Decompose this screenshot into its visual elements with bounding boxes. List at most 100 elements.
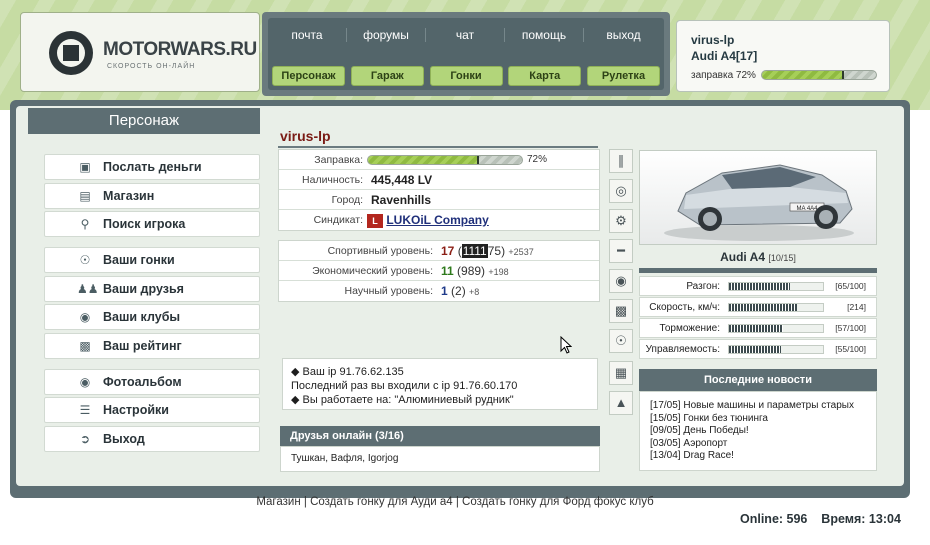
nav-link-mail[interactable]: почта	[268, 28, 347, 42]
nav-button-roulette[interactable]: Рулетка	[587, 66, 660, 86]
car-stats-divider	[639, 268, 877, 273]
tire-icon[interactable]: ◎	[609, 179, 633, 203]
sidebar-item-settings[interactable]: ☰ Настройки	[44, 397, 260, 423]
settings-sliders-icon: ☰	[79, 403, 91, 417]
nav-link-chat[interactable]: чат	[426, 28, 505, 42]
top-navigation: почта форумы чат помощь выход Персонаж Г…	[262, 12, 670, 96]
sidebar-item-label: Ваши гонки	[103, 253, 175, 267]
sport-level-add: +2537	[508, 247, 534, 257]
brake-disc-icon[interactable]: ◉	[609, 269, 633, 293]
footer-status: Online: 596 Время: 13:04	[740, 512, 901, 526]
sidebar-item-search-player[interactable]: ⚲ Поиск игрока	[44, 211, 260, 237]
science-level-add: +8	[469, 287, 480, 297]
sidebar-item-photo-album[interactable]: ◉ Фотоальбом	[44, 369, 260, 395]
sidebar-item-clubs[interactable]: ◉ Ваши клубы	[44, 304, 260, 330]
nav-button-map[interactable]: Карта	[508, 66, 582, 86]
nitro-icon[interactable]: ▲	[609, 391, 633, 415]
syndicate-link[interactable]: LUKOiL Company	[386, 213, 488, 227]
body-kit-icon[interactable]: ▦	[609, 361, 633, 385]
footer-link-race-audi[interactable]: Создать гонку для Ауди а4	[310, 496, 453, 508]
sidebar-item-label: Ваши клубы	[103, 310, 181, 324]
stat-bar	[728, 282, 824, 291]
user-fuel-bar	[761, 70, 877, 80]
gearbox-icon[interactable]: ▩	[609, 299, 633, 323]
sidebar-item-send-money[interactable]: ▣ Послать деньги	[44, 154, 260, 180]
money-icon: ▣	[79, 160, 91, 174]
sidebar-item-label: Ваши друзья	[103, 282, 184, 296]
friends-online-list[interactable]: Тушкан, Вафля, Igorjog	[280, 446, 600, 472]
stat-label: Торможение:	[659, 323, 720, 334]
news-item[interactable]: [17/05] Новые машины и параметры старых	[650, 400, 866, 413]
nav-link-logout[interactable]: выход	[584, 28, 663, 42]
syndicate-row: Синдикат: L LUKOiL Company	[279, 210, 599, 230]
news-title: Последние новости	[639, 369, 877, 391]
clubs-icon: ◉	[79, 310, 91, 324]
nav-link-help[interactable]: помощь	[505, 28, 584, 42]
message-ip: ◆ Ваш ip 91.76.62.135	[291, 366, 404, 378]
sport-level-points: 75)	[487, 244, 506, 258]
science-level-points: 2)	[455, 284, 466, 298]
economic-level-points: 989)	[461, 264, 486, 278]
car-title: Audi A4 [10/15]	[639, 250, 877, 264]
message-work-text: Вы работаете на: "Алюминиевый рудник"	[302, 394, 514, 406]
science-level-label: Научный уровень:	[344, 285, 433, 297]
exit-icon: ➲	[79, 432, 91, 446]
science-level-value: 1 (2) +8	[441, 284, 479, 298]
exhaust-icon[interactable]: ━	[609, 239, 633, 263]
stat-fill	[729, 283, 791, 290]
search-icon: ⚲	[80, 217, 90, 231]
economic-level-label: Экономический уровень:	[312, 265, 433, 277]
nav-button-character[interactable]: Персонаж	[272, 66, 345, 86]
syndicate-value[interactable]: L LUKOiL Company	[367, 213, 489, 228]
player-name: virus-lp	[280, 128, 331, 144]
sidebar-item-rating[interactable]: ▩ Ваш рейтинг	[44, 333, 260, 359]
news-item[interactable]: [09/05] День Победы!	[650, 425, 866, 438]
stat-braking: Торможение: [57/100]	[639, 318, 877, 338]
cash-value: 445,448 LV	[371, 173, 433, 187]
footer-link-shop[interactable]: Магазин	[256, 496, 300, 508]
turbo-icon[interactable]: ☉	[609, 329, 633, 353]
fuel-row: Заправка: 72%	[279, 150, 599, 170]
steering-wheel-icon: ☉	[79, 253, 91, 267]
stat-fill	[729, 346, 781, 353]
engine-icon[interactable]: ⚙	[609, 209, 633, 233]
nav-button-garage[interactable]: Гараж	[350, 66, 424, 86]
news-list: [17/05] Новые машины и параметры старых …	[639, 391, 877, 471]
user-name[interactable]: virus-lp	[691, 33, 734, 47]
news-item[interactable]: [13/04] Drag Race!	[650, 450, 866, 463]
nav-button-races[interactable]: Гонки	[429, 66, 503, 86]
sidebar-item-label: Магазин	[103, 189, 155, 203]
news-item[interactable]: [15/05] Гонки без тюнинга	[650, 413, 866, 426]
sidebar-item-friends[interactable]: ♟♟ Ваши друзья	[44, 276, 260, 302]
fuel-percent: 72%	[527, 154, 548, 165]
fuel-fill	[368, 156, 479, 164]
sidebar-item-shop[interactable]: ▤ Магазин	[44, 183, 260, 209]
stat-bar	[728, 324, 824, 333]
science-level-number: 1	[441, 284, 448, 298]
sport-level-points-highlight: 1111	[461, 244, 488, 258]
stat-handling: Управляемость: [55/100]	[639, 339, 877, 359]
user-car[interactable]: Audi A4[17]	[691, 49, 757, 63]
cash-label: Наличность:	[302, 174, 363, 186]
car-plate: MA 4A4	[796, 206, 818, 212]
economic-level-value: 11 (989) +198	[441, 264, 509, 278]
site-logo[interactable]: MOTORWARS.RU СКОРОСТЬ ОН-ЛАЙН	[20, 12, 260, 92]
sidebar-item-label: Поиск игрока	[103, 217, 186, 231]
nav-link-forums[interactable]: форумы	[347, 28, 426, 42]
footer-link-race-ford[interactable]: Создать гонку для Форд фокус клуб	[462, 496, 654, 508]
sidebar-item-exit[interactable]: ➲ Выход	[44, 426, 260, 452]
sport-level-row: Спортивный уровень: 17 (111175) +2537	[279, 241, 599, 261]
stat-speed: Скорость, км/ч: [214]	[639, 297, 877, 317]
economic-level-row: Экономический уровень: 11 (989) +198	[279, 261, 599, 281]
stat-value: [214]	[847, 302, 866, 312]
suspension-icon[interactable]: ∥	[609, 149, 633, 173]
news-item[interactable]: [03/05] Аэропорт	[650, 438, 866, 451]
sidebar-item-label: Фотоальбом	[103, 375, 182, 389]
syndicate-label: Синдикат:	[313, 214, 363, 226]
user-fuel-label: заправка 72%	[691, 70, 756, 81]
sidebar-item-races[interactable]: ☉ Ваши гонки	[44, 247, 260, 273]
user-fuel-fill	[762, 71, 845, 79]
car-image[interactable]: MA 4A4	[639, 150, 877, 245]
cash-row: Наличность: 445,448 LV	[279, 170, 599, 190]
sport-level-label: Спортивный уровень:	[327, 245, 433, 257]
